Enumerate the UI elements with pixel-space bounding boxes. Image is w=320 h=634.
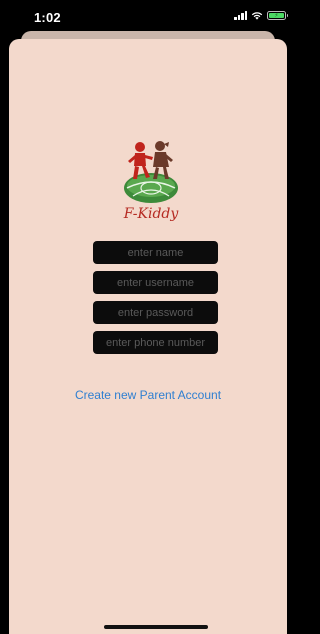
- status-icons: ⚡: [234, 11, 288, 20]
- battery-charging-label: ⚡: [269, 13, 284, 19]
- signup-sheet: F-Kiddy Create new Parent Account: [9, 39, 287, 634]
- cellular-signal-icon: [234, 11, 247, 20]
- wifi-icon: [251, 12, 263, 20]
- home-indicator[interactable]: [104, 625, 208, 629]
- logo-text: F-Kiddy: [123, 206, 180, 222]
- signup-form: [93, 241, 218, 361]
- password-input[interactable]: [93, 301, 218, 324]
- phone-number-input[interactable]: [93, 331, 218, 354]
- battery-icon: ⚡: [267, 11, 288, 20]
- username-input[interactable]: [93, 271, 218, 294]
- name-input[interactable]: [93, 241, 218, 264]
- f-kiddy-logo-icon: F-Kiddy: [113, 136, 189, 228]
- create-parent-account-button[interactable]: Create new Parent Account: [9, 388, 287, 402]
- app-screen: 1:02 ⚡ F-Kiddy enter name enter username…: [0, 0, 296, 634]
- status-bar: 1:02 ⚡: [0, 0, 296, 34]
- status-time: 1:02: [34, 10, 61, 25]
